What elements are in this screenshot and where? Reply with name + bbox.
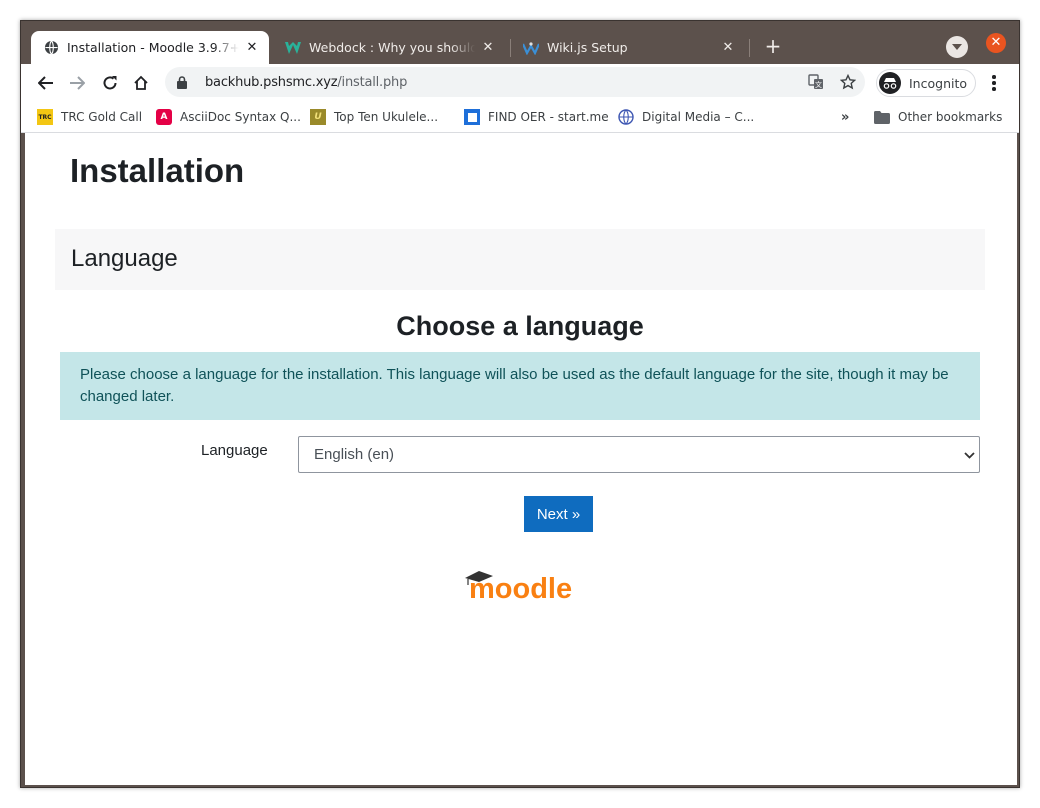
page-content: Installation Language Choose a language … [25, 133, 1017, 785]
chevron-down-icon [963, 449, 975, 461]
incognito-indicator[interactable]: Incognito [876, 69, 976, 97]
tab-search-button[interactable] [946, 36, 968, 58]
language-label: Language [201, 442, 268, 459]
folder-icon [874, 109, 890, 125]
tab-close-icon[interactable]: ✕ [719, 39, 737, 57]
reload-button[interactable] [97, 70, 123, 96]
bookmark-label: AsciiDoc Syntax Q... [180, 110, 301, 124]
browser-toolbar: backhub.pshsmc.xyz/install.php 文 Incogni… [21, 64, 1019, 101]
svg-text:文: 文 [815, 80, 822, 89]
other-bookmarks-label: Other bookmarks [898, 110, 1003, 124]
home-icon [134, 75, 148, 90]
tab-webdock[interactable]: Webdock : Why you should av ✕ [273, 31, 505, 64]
browser-window: Installation - Moodle 3.9.7+ (B ✕ Webdoc… [20, 20, 1020, 788]
moodle-logo: moodle [463, 565, 581, 605]
tab-title: Webdock : Why you should av [309, 40, 475, 55]
wikijs-icon [523, 40, 539, 56]
bookmark-item[interactable]: TRC TRC Gold Call [37, 107, 142, 127]
home-button[interactable] [128, 70, 154, 96]
url-host: backhub.pshsmc.xyz [205, 74, 338, 90]
section-title: Language [71, 245, 178, 272]
bookmark-label: FIND OER - start.me [488, 110, 609, 124]
startme-icon [464, 109, 480, 125]
bookmark-item[interactable]: U Top Ten Ukulele... [310, 107, 438, 127]
bookmark-label: Digital Media – C... [642, 110, 755, 124]
translate-icon[interactable]: 文 [807, 73, 825, 91]
new-tab-button[interactable]: + [761, 35, 785, 59]
bookmark-label: Top Ten Ukulele... [334, 110, 439, 124]
tab-title: Installation - Moodle 3.9.7+ (B [67, 40, 239, 55]
tab-close-icon[interactable]: ✕ [243, 39, 261, 57]
chevron-down-icon [952, 44, 962, 50]
globe-icon [43, 40, 59, 56]
tab-title: Wiki.js Setup [547, 40, 628, 55]
bookmark-item[interactable]: FIND OER - start.me [464, 107, 609, 127]
webdock-icon [285, 40, 301, 56]
asciidoc-icon: A [156, 109, 172, 125]
trc-icon: TRC [37, 109, 53, 125]
other-bookmarks[interactable]: Other bookmarks [874, 107, 1002, 127]
page-title: Installation [70, 152, 245, 189]
next-button[interactable]: Next » [524, 496, 593, 532]
url-path: /install.php [337, 74, 408, 90]
tab-close-icon[interactable]: ✕ [479, 39, 497, 57]
bookmark-item[interactable]: Digital Media – C... [618, 107, 754, 127]
globe-icon [618, 109, 634, 125]
tab-wikijs[interactable]: Wiki.js Setup ✕ [511, 31, 745, 64]
forward-arrow-icon [70, 76, 85, 90]
browser-menu-icon[interactable] [983, 72, 1005, 94]
bookmark-item[interactable]: A AsciiDoc Syntax Q... [156, 107, 301, 127]
info-notice: Please choose a language for the install… [60, 352, 980, 420]
incognito-icon [879, 72, 901, 94]
forward-button[interactable] [64, 70, 90, 96]
tab-strip: Installation - Moodle 3.9.7+ (B ✕ Webdoc… [21, 21, 1019, 64]
address-bar[interactable]: backhub.pshsmc.xyz/install.php 文 [165, 67, 865, 97]
language-select-value: English (en) [314, 446, 395, 463]
lock-icon [177, 75, 191, 89]
window-close-button[interactable]: ✕ [986, 33, 1006, 53]
svg-text:moodle: moodle [469, 573, 572, 605]
choose-language-heading: Choose a language [396, 311, 644, 341]
back-button[interactable] [33, 70, 59, 96]
language-select[interactable]: English (en) [298, 436, 980, 473]
bookmark-label: TRC Gold Call [61, 110, 143, 124]
tab-installation[interactable]: Installation - Moodle 3.9.7+ (B ✕ [31, 31, 269, 64]
incognito-label: Incognito [909, 75, 968, 91]
bookmark-star-icon[interactable] [839, 73, 857, 91]
bookmarks-bar: TRC TRC Gold Call A AsciiDoc Syntax Q...… [21, 101, 1019, 133]
url-text: backhub.pshsmc.xyz/install.php [205, 75, 407, 90]
reload-icon [103, 76, 117, 90]
bookmarks-overflow-button[interactable]: » [841, 110, 849, 125]
tab-separator [749, 39, 750, 57]
section-header: Language [55, 229, 985, 290]
ukulele-icon: U [310, 109, 326, 125]
back-arrow-icon [38, 76, 53, 90]
